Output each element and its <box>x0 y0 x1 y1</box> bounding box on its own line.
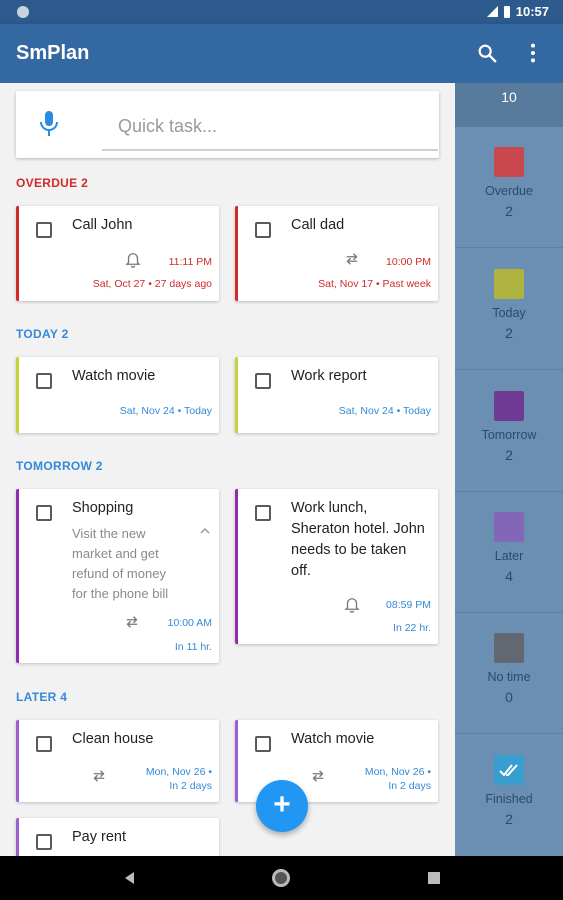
battery-icon <box>503 5 510 18</box>
home-icon[interactable] <box>272 869 290 887</box>
task-card-watch-movie[interactable]: Watch movie Sat, Nov 24 • Today <box>16 357 219 433</box>
sidebar-item-today[interactable]: Today 2 <box>455 249 563 370</box>
task-title: Shopping <box>72 500 134 516</box>
double-check-icon <box>494 755 524 785</box>
task-date: Sat, Nov 24 • Today <box>338 405 431 417</box>
task-checkbox[interactable] <box>255 373 271 389</box>
sidebar-total-count: 10 <box>455 83 563 127</box>
task-title: Clean house <box>72 731 154 747</box>
color-swatch <box>494 633 524 663</box>
sidebar-item-count: 2 <box>505 811 513 827</box>
quick-task-card: Quick task... <box>16 91 439 158</box>
signal-icon <box>486 6 498 17</box>
sidebar-item-count: 2 <box>505 325 513 341</box>
status-bar: 10:57 <box>0 0 563 24</box>
recent-apps-icon[interactable] <box>428 872 440 884</box>
sidebar-item-tomorrow[interactable]: Tomorrow 2 <box>455 371 563 492</box>
section-tomorrow: TOMORROW 2 <box>16 459 103 473</box>
sidebar-item-overdue[interactable]: Overdue 2 <box>455 127 563 248</box>
sidebar-item-count: 2 <box>505 447 513 463</box>
color-swatch <box>494 512 524 542</box>
category-sidebar: 10 Overdue 2 Today 2 Tomorrow 2 Later 4 … <box>455 83 563 856</box>
task-card-clean-house[interactable]: Clean house Mon, Nov 26 • In 2 days <box>16 720 219 802</box>
task-card-pay-rent[interactable]: Pay rent <box>16 818 219 856</box>
task-card-shopping[interactable]: Shopping Visit the new market and get re… <box>16 489 219 663</box>
status-time: 10:57 <box>515 4 549 19</box>
task-time: 10:00 AM <box>167 617 212 629</box>
repeat-icon <box>312 770 324 782</box>
task-date-line2: In 2 days <box>169 780 212 792</box>
task-checkbox[interactable] <box>255 505 271 521</box>
task-date: In 11 hr. <box>174 641 212 653</box>
sidebar-item-finished[interactable]: Finished 2 <box>455 735 563 856</box>
task-date: Sat, Nov 24 • Today <box>119 405 212 417</box>
app-title: SmPlan <box>16 42 90 64</box>
task-date-line2: In 2 days <box>388 780 431 792</box>
task-date: Sat, Nov 17 • Past week <box>318 278 431 290</box>
chevron-up-icon[interactable] <box>200 527 210 535</box>
task-card-call-dad[interactable]: Call dad 10:00 PM Sat, Nov 17 • Past wee… <box>235 206 438 301</box>
app-bar: SmPlan <box>0 24 563 83</box>
quick-task-input[interactable]: Quick task... <box>102 113 438 151</box>
section-today: TODAY 2 <box>16 327 69 341</box>
search-icon[interactable] <box>476 42 498 64</box>
task-checkbox[interactable] <box>36 373 52 389</box>
task-checkbox[interactable] <box>255 736 271 752</box>
task-title: Watch movie <box>291 731 375 747</box>
task-checkbox[interactable] <box>36 834 52 850</box>
task-date: Mon, Nov 26 • In 2 days <box>146 765 212 793</box>
task-card-work-report[interactable]: Work report Sat, Nov 24 • Today <box>235 357 438 433</box>
bell-icon <box>344 598 360 613</box>
task-date: Mon, Nov 26 • In 2 days <box>365 765 431 793</box>
sidebar-item-label: Later <box>494 549 524 563</box>
task-title: Watch movie <box>72 368 156 384</box>
task-date-line1: Mon, Nov 26 • <box>364 766 431 778</box>
section-later: LATER 4 <box>16 690 68 704</box>
task-title: Work lunch, Sheraton hotel. John needs t… <box>291 500 425 579</box>
sidebar-item-count: 4 <box>505 568 513 584</box>
back-icon[interactable] <box>122 870 136 886</box>
task-list[interactable]: Quick task... OVERDUE 2 Call John 11:11 … <box>0 83 455 856</box>
sidebar-item-label: Tomorrow <box>481 428 537 442</box>
task-date: Sat, Oct 27 • 27 days ago <box>92 278 212 290</box>
task-time: 11:11 PM <box>168 256 212 268</box>
task-time: 10:00 PM <box>386 256 431 268</box>
sidebar-item-count: 2 <box>505 203 513 219</box>
plus-icon: + <box>273 788 291 821</box>
task-note: Visit the new market and get refund of m… <box>72 526 169 601</box>
sidebar-item-no-time[interactable]: No time 0 <box>455 613 563 734</box>
sidebar-item-label: Finished <box>485 792 533 806</box>
task-date: In 22 hr. <box>393 622 431 634</box>
repeat-icon <box>126 616 138 628</box>
repeat-icon <box>93 770 105 782</box>
section-overdue: OVERDUE 2 <box>16 176 89 190</box>
sidebar-item-count: 0 <box>505 689 513 705</box>
system-nav-bar <box>0 856 563 900</box>
microphone-icon[interactable] <box>39 110 59 138</box>
task-title: Pay rent <box>72 829 126 845</box>
notification-icon <box>17 6 29 18</box>
task-checkbox[interactable] <box>255 222 271 238</box>
bell-icon <box>125 253 141 268</box>
task-time: 08:59 PM <box>386 599 431 611</box>
more-options-icon[interactable] <box>522 42 544 64</box>
task-checkbox[interactable] <box>36 505 52 521</box>
task-checkbox[interactable] <box>36 736 52 752</box>
task-title: Work report <box>291 368 367 384</box>
task-date-line1: Mon, Nov 26 • <box>145 766 212 778</box>
task-card-work-lunch[interactable]: Work lunch, Sheraton hotel. John needs t… <box>235 489 438 644</box>
sidebar-item-label: Overdue <box>485 184 533 198</box>
sidebar-item-label: No time <box>487 670 531 684</box>
task-title: Call John <box>72 217 133 233</box>
task-card-call-john[interactable]: Call John 11:11 PM Sat, Oct 27 • 27 days… <box>16 206 219 301</box>
add-task-button[interactable]: + <box>256 780 308 832</box>
sidebar-item-label: Today <box>492 306 526 320</box>
repeat-icon <box>346 253 358 265</box>
color-swatch <box>494 269 524 299</box>
color-swatch <box>494 147 524 177</box>
task-checkbox[interactable] <box>36 222 52 238</box>
task-title: Call dad <box>291 217 345 233</box>
color-swatch <box>494 391 524 421</box>
sidebar-item-later[interactable]: Later 4 <box>455 492 563 613</box>
